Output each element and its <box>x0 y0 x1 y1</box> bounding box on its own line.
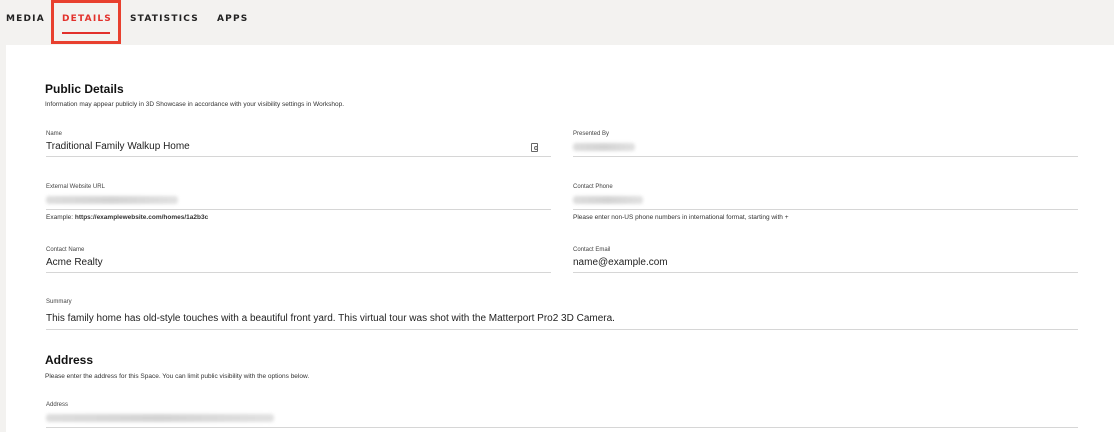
tab-media[interactable]: MEDIA <box>6 14 45 24</box>
address-underline <box>46 427 1078 428</box>
tab-apps[interactable]: APPS <box>217 14 248 24</box>
presented-by-underline <box>573 156 1078 157</box>
details-panel: Public Details Information may appear pu… <box>6 45 1114 432</box>
summary-underline <box>46 329 1078 330</box>
presented-by-redacted-value[interactable] <box>573 143 635 151</box>
external-url-field[interactable]: External Website URL Example: https://ex… <box>46 184 551 221</box>
contact-email-value[interactable]: name@example.com <box>573 257 668 268</box>
contact-phone-redacted-value[interactable] <box>573 196 643 204</box>
public-details-title: Public Details <box>45 82 124 96</box>
contact-phone-helper: Please enter non-US phone numbers in int… <box>573 214 789 221</box>
external-url-label: External Website URL <box>46 184 105 190</box>
address-section-title: Address <box>45 353 94 367</box>
contact-name-value[interactable]: Acme Realty <box>46 257 103 268</box>
address-field[interactable]: Address <box>46 402 1078 428</box>
tab-statistics[interactable]: STATISTICS <box>130 14 199 24</box>
name-label: Name <box>46 131 63 137</box>
name-underline <box>46 156 551 157</box>
summary-field[interactable]: Summary This family home has old-style t… <box>46 299 1078 330</box>
helper-prefix: Example: <box>46 214 75 221</box>
contact-email-label: Contact Email <box>573 247 611 253</box>
tab-highlight-box <box>51 0 121 44</box>
address-section-description: Please enter the address for this Space.… <box>45 373 310 380</box>
external-url-helper: Example: https://examplewebsite.com/home… <box>46 214 208 221</box>
public-details-description: Information may appear publicly in 3D Sh… <box>45 101 345 108</box>
contact-phone-label: Contact Phone <box>573 184 613 190</box>
external-url-underline <box>46 209 551 210</box>
presented-by-label: Presented By <box>573 131 610 137</box>
contact-name-label: Contact Name <box>46 247 85 253</box>
address-label: Address <box>46 402 69 408</box>
name-value[interactable]: Traditional Family Walkup Home <box>46 141 190 152</box>
helper-example: https://examplewebsite.com/homes/1a2b3c <box>74 214 209 221</box>
tab-bar: MEDIA DETAILS STATISTICS APPS <box>0 0 1114 44</box>
name-field[interactable]: Name Traditional Family Walkup Home <box>46 131 551 157</box>
contact-name-underline <box>46 272 551 273</box>
contact-phone-field[interactable]: Contact Phone Please enter non-US phone … <box>573 184 1078 221</box>
contact-email-field[interactable]: Contact Email name@example.com <box>573 247 1078 273</box>
presented-by-field[interactable]: Presented By <box>573 131 1078 157</box>
address-redacted-value[interactable] <box>46 414 274 422</box>
external-url-redacted-value[interactable] <box>46 196 178 204</box>
contact-card-icon[interactable] <box>531 143 538 152</box>
summary-label: Summary <box>46 299 72 305</box>
summary-value[interactable]: This family home has old-style touches w… <box>46 313 615 324</box>
contact-email-underline <box>573 272 1078 273</box>
contact-phone-underline <box>573 209 1078 210</box>
contact-name-field[interactable]: Contact Name Acme Realty <box>46 247 551 273</box>
